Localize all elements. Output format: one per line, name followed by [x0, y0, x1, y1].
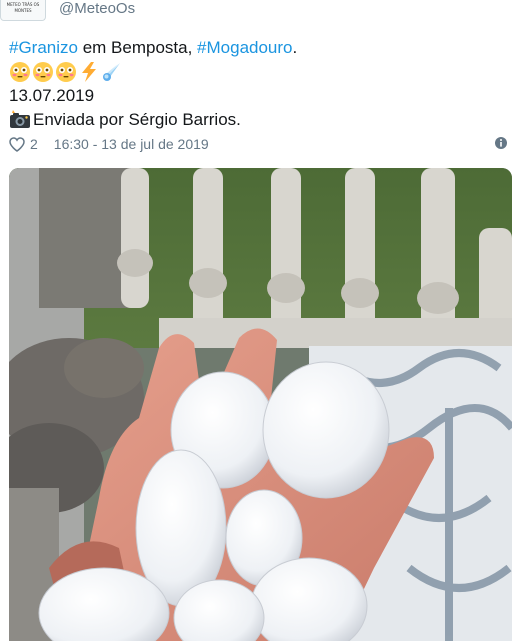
avatar[interactable]: METEO TRÁS OS MONTES — [0, 0, 46, 21]
like-button[interactable]: 2 — [9, 136, 38, 152]
tweet-timestamp[interactable]: 16:30 - 13 de jul de 2019 — [54, 136, 209, 152]
lightning-icon — [82, 62, 96, 82]
hashtag-mogadouro[interactable]: #Mogadouro — [197, 38, 292, 57]
tweet-first-line: #Granizo em Bemposta, #Mogadouro. — [9, 36, 509, 60]
camera-flash-icon — [10, 110, 30, 128]
tweet-header: METEO TRÁS OS MONTES @MeteoOs — [0, 0, 135, 21]
flushed-face-icon — [56, 62, 76, 82]
svg-text:METEO TRÁS OS: METEO TRÁS OS — [7, 2, 40, 7]
tweet-date-line: 13.07.2019 — [9, 86, 95, 105]
flushed-face-icon — [10, 62, 30, 82]
svg-text:MONTES: MONTES — [14, 8, 32, 13]
tweet-middle-text: em Bemposta, — [77, 38, 198, 57]
sent-by-text: Enviada por Sérgio Barrios. — [33, 110, 241, 129]
comet-icon — [103, 63, 120, 81]
tweet-text: #Granizo em Bemposta, #Mogadouro. 13.07.… — [9, 36, 509, 132]
sent-by-line: Enviada por Sérgio Barrios. — [9, 108, 509, 132]
account-handle[interactable]: @MeteoOs — [59, 0, 135, 19]
heart-icon — [9, 136, 25, 152]
tweet-end-text: . — [292, 38, 298, 57]
hail-stones-photo — [9, 168, 512, 641]
info-icon[interactable] — [494, 136, 508, 150]
meteo-logo-icon: METEO TRÁS OS MONTES — [3, 0, 43, 20]
tweet-meta: 2 16:30 - 13 de jul de 2019 — [9, 133, 512, 155]
emoji-row — [9, 60, 509, 84]
flushed-face-icon — [33, 62, 53, 82]
tweet-card: METEO TRÁS OS MONTES @MeteoOs #Granizo e… — [0, 0, 521, 641]
hashtag-granizo[interactable]: #Granizo — [9, 38, 78, 57]
tweet-photo[interactable] — [9, 168, 512, 641]
like-count: 2 — [30, 136, 38, 152]
